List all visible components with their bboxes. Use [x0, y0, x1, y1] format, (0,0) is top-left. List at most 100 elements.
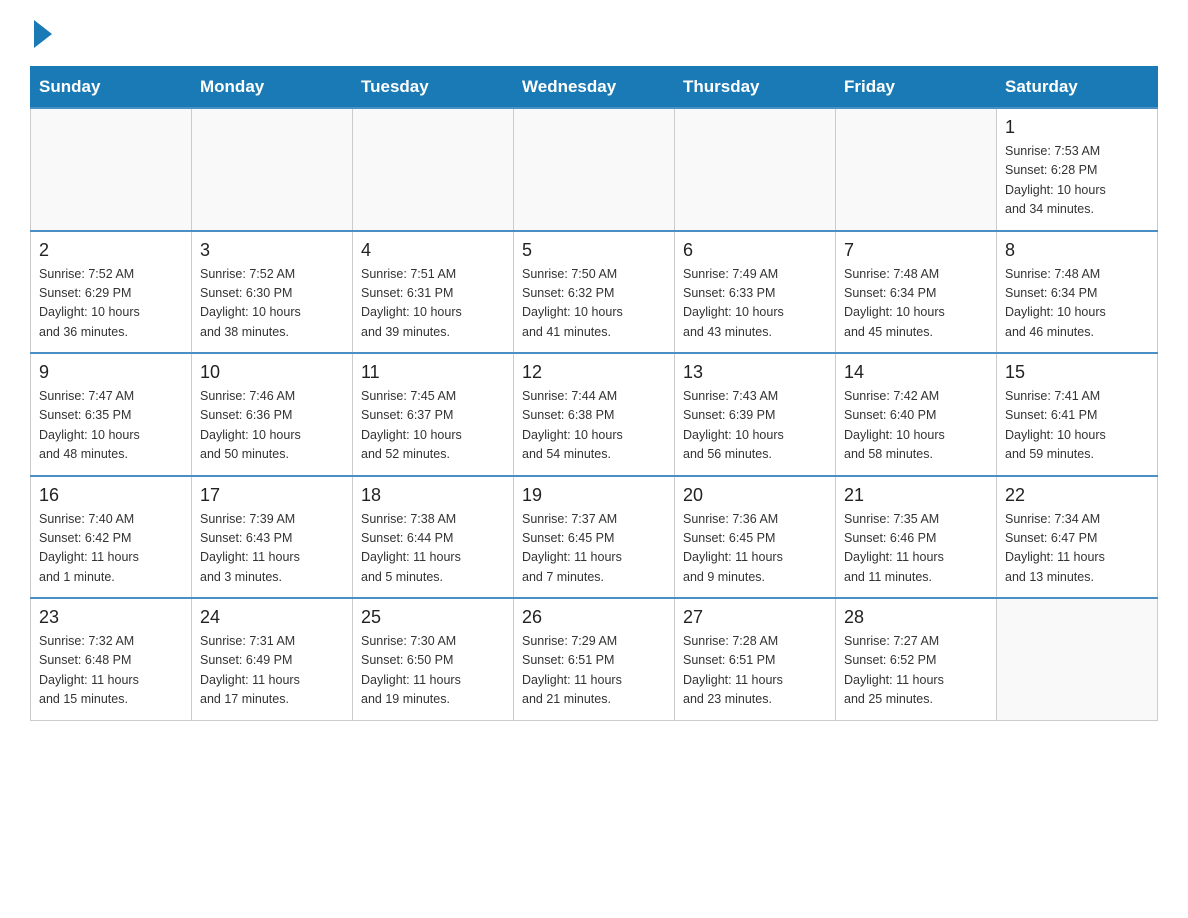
day-number: 24	[200, 607, 344, 628]
day-info: Sunrise: 7:32 AMSunset: 6:48 PMDaylight:…	[39, 632, 183, 710]
day-info: Sunrise: 7:51 AMSunset: 6:31 PMDaylight:…	[361, 265, 505, 343]
calendar-cell: 26 Sunrise: 7:29 AMSunset: 6:51 PMDayligh…	[514, 598, 675, 720]
calendar-cell: 22 Sunrise: 7:34 AMSunset: 6:47 PMDayligh…	[997, 476, 1158, 599]
day-info: Sunrise: 7:52 AMSunset: 6:29 PMDaylight:…	[39, 265, 183, 343]
day-info: Sunrise: 7:38 AMSunset: 6:44 PMDaylight:…	[361, 510, 505, 588]
calendar-cell: 28 Sunrise: 7:27 AMSunset: 6:52 PMDayligh…	[836, 598, 997, 720]
day-info: Sunrise: 7:35 AMSunset: 6:46 PMDaylight:…	[844, 510, 988, 588]
calendar-cell	[514, 108, 675, 231]
calendar-cell: 17 Sunrise: 7:39 AMSunset: 6:43 PMDayligh…	[192, 476, 353, 599]
weekday-header-saturday: Saturday	[997, 67, 1158, 109]
calendar-cell: 3 Sunrise: 7:52 AMSunset: 6:30 PMDaylight…	[192, 231, 353, 354]
day-number: 23	[39, 607, 183, 628]
weekday-header-wednesday: Wednesday	[514, 67, 675, 109]
day-info: Sunrise: 7:50 AMSunset: 6:32 PMDaylight:…	[522, 265, 666, 343]
page-header	[30, 20, 1158, 46]
calendar-cell: 15 Sunrise: 7:41 AMSunset: 6:41 PMDayligh…	[997, 353, 1158, 476]
calendar-cell: 20 Sunrise: 7:36 AMSunset: 6:45 PMDayligh…	[675, 476, 836, 599]
day-number: 25	[361, 607, 505, 628]
calendar-cell: 5 Sunrise: 7:50 AMSunset: 6:32 PMDaylight…	[514, 231, 675, 354]
calendar-cell: 8 Sunrise: 7:48 AMSunset: 6:34 PMDaylight…	[997, 231, 1158, 354]
day-info: Sunrise: 7:40 AMSunset: 6:42 PMDaylight:…	[39, 510, 183, 588]
logo-arrow-icon	[34, 20, 52, 48]
day-number: 21	[844, 485, 988, 506]
day-info: Sunrise: 7:48 AMSunset: 6:34 PMDaylight:…	[844, 265, 988, 343]
calendar-cell	[675, 108, 836, 231]
day-info: Sunrise: 7:44 AMSunset: 6:38 PMDaylight:…	[522, 387, 666, 465]
day-info: Sunrise: 7:41 AMSunset: 6:41 PMDaylight:…	[1005, 387, 1149, 465]
calendar-cell: 27 Sunrise: 7:28 AMSunset: 6:51 PMDayligh…	[675, 598, 836, 720]
day-number: 5	[522, 240, 666, 261]
day-number: 9	[39, 362, 183, 383]
day-info: Sunrise: 7:53 AMSunset: 6:28 PMDaylight:…	[1005, 142, 1149, 220]
day-number: 1	[1005, 117, 1149, 138]
day-info: Sunrise: 7:52 AMSunset: 6:30 PMDaylight:…	[200, 265, 344, 343]
weekday-header-row: SundayMondayTuesdayWednesdayThursdayFrid…	[31, 67, 1158, 109]
day-number: 10	[200, 362, 344, 383]
day-number: 27	[683, 607, 827, 628]
calendar-cell: 23 Sunrise: 7:32 AMSunset: 6:48 PMDayligh…	[31, 598, 192, 720]
calendar-cell: 9 Sunrise: 7:47 AMSunset: 6:35 PMDaylight…	[31, 353, 192, 476]
day-number: 26	[522, 607, 666, 628]
calendar-cell: 14 Sunrise: 7:42 AMSunset: 6:40 PMDayligh…	[836, 353, 997, 476]
day-number: 2	[39, 240, 183, 261]
day-info: Sunrise: 7:27 AMSunset: 6:52 PMDaylight:…	[844, 632, 988, 710]
calendar-cell: 10 Sunrise: 7:46 AMSunset: 6:36 PMDayligh…	[192, 353, 353, 476]
day-info: Sunrise: 7:30 AMSunset: 6:50 PMDaylight:…	[361, 632, 505, 710]
weekday-header-thursday: Thursday	[675, 67, 836, 109]
day-number: 8	[1005, 240, 1149, 261]
calendar-cell: 25 Sunrise: 7:30 AMSunset: 6:50 PMDayligh…	[353, 598, 514, 720]
calendar-cell: 24 Sunrise: 7:31 AMSunset: 6:49 PMDayligh…	[192, 598, 353, 720]
calendar-cell	[192, 108, 353, 231]
calendar-week-row: 1 Sunrise: 7:53 AMSunset: 6:28 PMDaylight…	[31, 108, 1158, 231]
weekday-header-friday: Friday	[836, 67, 997, 109]
calendar-cell: 18Sunrise: 7:38 AMSunset: 6:44 PMDayligh…	[353, 476, 514, 599]
day-info: Sunrise: 7:46 AMSunset: 6:36 PMDaylight:…	[200, 387, 344, 465]
day-number: 16	[39, 485, 183, 506]
day-info: Sunrise: 7:34 AMSunset: 6:47 PMDaylight:…	[1005, 510, 1149, 588]
calendar-table: SundayMondayTuesdayWednesdayThursdayFrid…	[30, 66, 1158, 721]
day-info: Sunrise: 7:31 AMSunset: 6:49 PMDaylight:…	[200, 632, 344, 710]
calendar-cell	[31, 108, 192, 231]
calendar-cell	[353, 108, 514, 231]
day-number: 22	[1005, 485, 1149, 506]
weekday-header-sunday: Sunday	[31, 67, 192, 109]
day-info: Sunrise: 7:42 AMSunset: 6:40 PMDaylight:…	[844, 387, 988, 465]
day-number: 20	[683, 485, 827, 506]
calendar-cell	[836, 108, 997, 231]
day-number: 28	[844, 607, 988, 628]
day-number: 7	[844, 240, 988, 261]
calendar-week-row: 23 Sunrise: 7:32 AMSunset: 6:48 PMDayligh…	[31, 598, 1158, 720]
calendar-cell: 2 Sunrise: 7:52 AMSunset: 6:29 PMDaylight…	[31, 231, 192, 354]
day-info: Sunrise: 7:39 AMSunset: 6:43 PMDaylight:…	[200, 510, 344, 588]
calendar-cell: 19Sunrise: 7:37 AMSunset: 6:45 PMDayligh…	[514, 476, 675, 599]
weekday-header-monday: Monday	[192, 67, 353, 109]
calendar-cell	[997, 598, 1158, 720]
day-info: Sunrise: 7:45 AMSunset: 6:37 PMDaylight:…	[361, 387, 505, 465]
day-info: Sunrise: 7:47 AMSunset: 6:35 PMDaylight:…	[39, 387, 183, 465]
day-info: Sunrise: 7:28 AMSunset: 6:51 PMDaylight:…	[683, 632, 827, 710]
day-info: Sunrise: 7:36 AMSunset: 6:45 PMDaylight:…	[683, 510, 827, 588]
calendar-week-row: 9 Sunrise: 7:47 AMSunset: 6:35 PMDaylight…	[31, 353, 1158, 476]
day-number: 4	[361, 240, 505, 261]
weekday-header-tuesday: Tuesday	[353, 67, 514, 109]
day-number: 3	[200, 240, 344, 261]
day-info: Sunrise: 7:29 AMSunset: 6:51 PMDaylight:…	[522, 632, 666, 710]
day-info: Sunrise: 7:49 AMSunset: 6:33 PMDaylight:…	[683, 265, 827, 343]
calendar-week-row: 2 Sunrise: 7:52 AMSunset: 6:29 PMDaylight…	[31, 231, 1158, 354]
calendar-cell: 4 Sunrise: 7:51 AMSunset: 6:31 PMDaylight…	[353, 231, 514, 354]
calendar-cell: 21 Sunrise: 7:35 AMSunset: 6:46 PMDayligh…	[836, 476, 997, 599]
day-info: Sunrise: 7:43 AMSunset: 6:39 PMDaylight:…	[683, 387, 827, 465]
day-info: Sunrise: 7:37 AMSunset: 6:45 PMDaylight:…	[522, 510, 666, 588]
day-number: 11	[361, 362, 505, 383]
calendar-cell: 7 Sunrise: 7:48 AMSunset: 6:34 PMDaylight…	[836, 231, 997, 354]
calendar-cell: 6Sunrise: 7:49 AMSunset: 6:33 PMDaylight…	[675, 231, 836, 354]
day-number: 14	[844, 362, 988, 383]
day-info: Sunrise: 7:48 AMSunset: 6:34 PMDaylight:…	[1005, 265, 1149, 343]
logo	[30, 20, 52, 46]
day-number: 17	[200, 485, 344, 506]
calendar-cell: 11 Sunrise: 7:45 AMSunset: 6:37 PMDayligh…	[353, 353, 514, 476]
calendar-cell: 13Sunrise: 7:43 AMSunset: 6:39 PMDayligh…	[675, 353, 836, 476]
calendar-week-row: 16 Sunrise: 7:40 AMSunset: 6:42 PMDayligh…	[31, 476, 1158, 599]
day-number: 15	[1005, 362, 1149, 383]
